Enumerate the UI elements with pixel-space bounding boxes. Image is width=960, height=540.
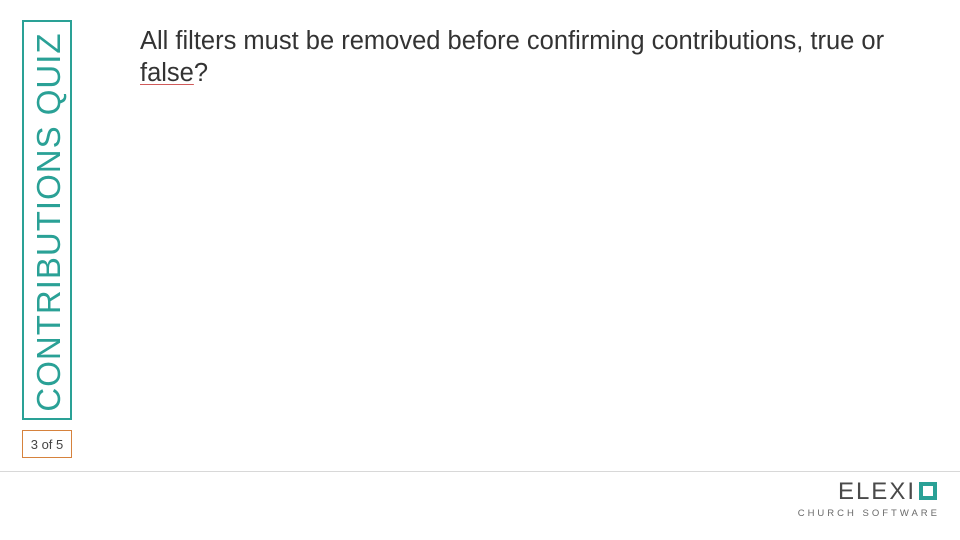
brand-logo-letters: ELEXI: [838, 480, 916, 504]
question-text-false: false: [140, 59, 194, 87]
brand-logo-mark-icon: [919, 482, 937, 500]
brand-logo-main: ELEXI: [798, 480, 940, 504]
quiz-question: All filters must be removed before confi…: [140, 26, 920, 90]
footer-divider: [0, 471, 960, 472]
question-text-part2: ?: [194, 59, 208, 87]
quiz-title-box: CONTRIBUTIONS QUIZ: [22, 20, 72, 420]
page-counter: 3 of 5: [22, 430, 72, 458]
quiz-title: CONTRIBUTIONS QUIZ: [24, 22, 74, 422]
brand-logo-subline: CHURCH SOFTWARE: [798, 508, 940, 519]
question-text-part1: All filters must be removed before confi…: [140, 27, 884, 55]
brand-logo: ELEXI CHURCH SOFTWARE: [798, 480, 940, 519]
